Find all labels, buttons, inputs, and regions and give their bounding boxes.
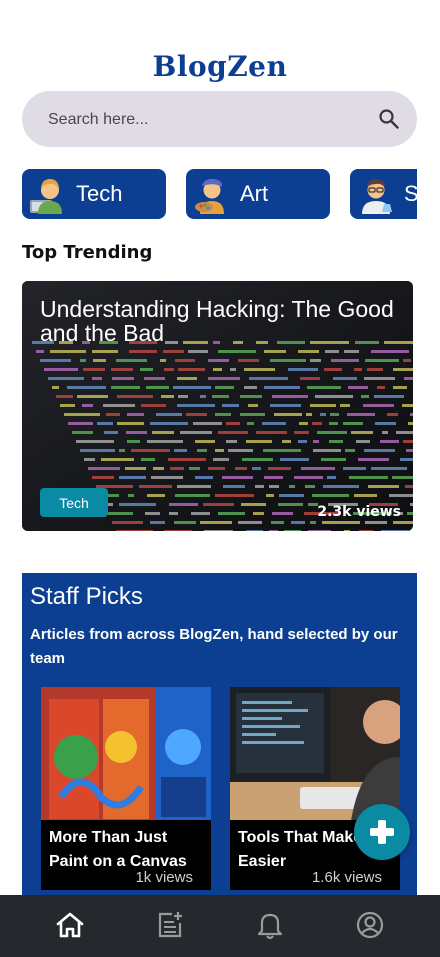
trending-article-title: Understanding Hacking: The Good and the … [40,296,394,346]
staff-picks-heading: Staff Picks [30,583,143,610]
create-post-button[interactable] [354,804,410,860]
app-logo-title: BlogZen [152,50,288,83]
category-chip-art[interactable]: Art [186,169,330,219]
post-add-icon[interactable] [154,909,186,941]
search-bar[interactable] [22,91,417,149]
staff-picks-description: Articles from across BlogZen, hand selec… [30,626,398,667]
painted-door-image [41,687,211,827]
plus-icon [370,820,394,844]
category-label: S [404,181,417,206]
category-list: Tech Art S [22,169,417,219]
staff-pick-views: 1.6k views [311,869,382,886]
category-chip-science[interactable]: S [350,169,417,219]
trending-article-card[interactable]: Understanding Hacking: The Good and the … [22,281,413,531]
bottom-navigation-bar [0,895,440,957]
category-chip-tech[interactable]: Tech [22,169,166,219]
article-tag-chip[interactable]: Tech [40,488,108,517]
artist-emoji-icon [195,178,224,214]
staff-picks-section: Staff Picks Articles from across BlogZen… [22,573,417,903]
staff-pick-card[interactable]: Tools That Make Easier 1.6k views [230,687,400,890]
top-trending-heading: Top Trending [22,242,153,263]
scientist-emoji-icon [362,179,392,214]
category-label: Tech [76,181,123,206]
staff-pick-views: 1k views [135,869,193,886]
category-label: Art [240,181,269,206]
search-input[interactable] [46,91,370,149]
technologist-emoji-icon [30,179,62,214]
home-icon[interactable] [54,909,86,941]
search-icon[interactable] [377,107,401,131]
bell-icon[interactable] [254,909,286,941]
account-circle-icon[interactable] [354,909,386,941]
article-views: 2.3k views [317,504,401,520]
staff-pick-title: More Than Just Paint on a Canvas [49,829,187,870]
staff-pick-card[interactable]: More Than Just Paint on a Canvas 1k view… [41,687,211,890]
